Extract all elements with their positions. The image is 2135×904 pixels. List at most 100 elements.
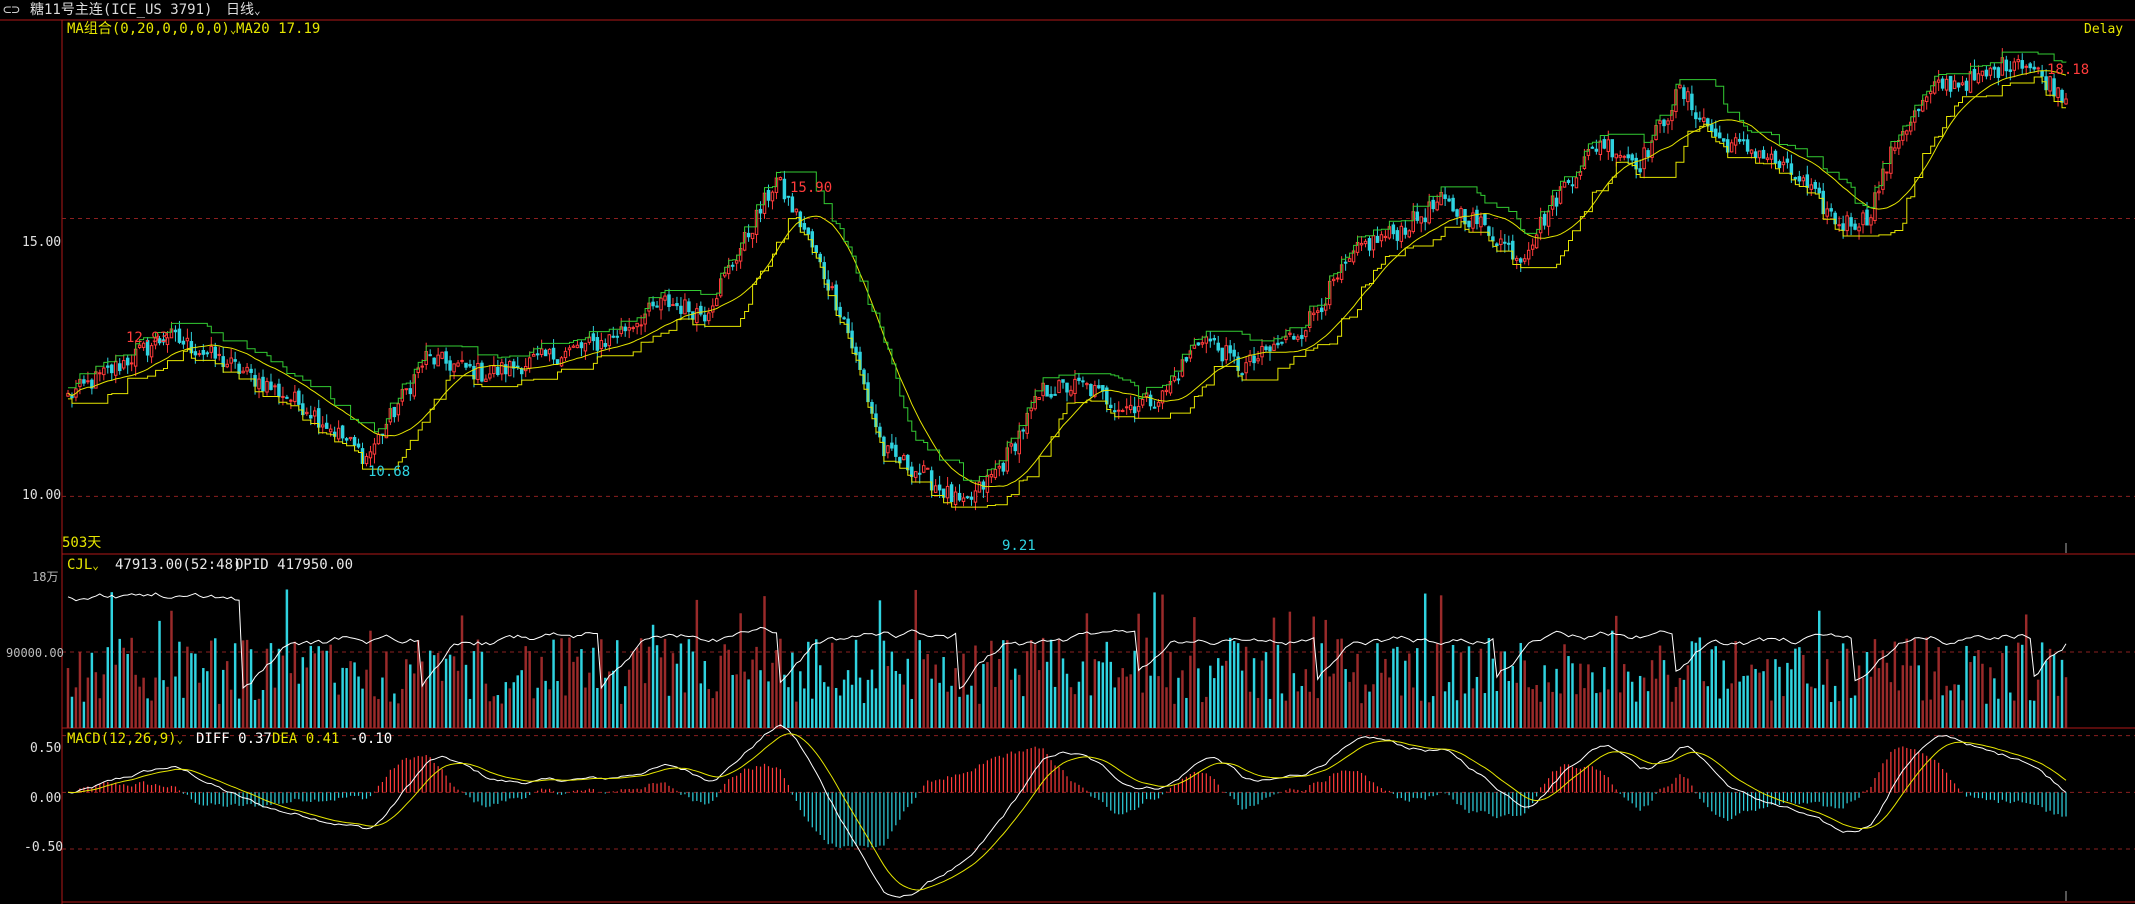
- price-candles: [66, 48, 2068, 511]
- candle-down: [591, 333, 596, 342]
- candle-up: [886, 445, 890, 454]
- volume-bar-down: [544, 680, 547, 728]
- volume-bar-down: [1519, 642, 1522, 728]
- candle-down: [655, 305, 659, 308]
- candle-down: [1021, 429, 1025, 432]
- candle-down: [2040, 70, 2044, 77]
- volume-bar-down: [747, 679, 750, 728]
- volume-bar-up: [751, 659, 754, 728]
- candle-down: [1694, 112, 1698, 120]
- volume-bar-up: [663, 638, 667, 728]
- candle-down: [1917, 108, 1921, 112]
- volume-bar-up: [1260, 660, 1264, 728]
- volume-bar-down: [2060, 659, 2064, 728]
- volume-bar-up: [229, 689, 233, 728]
- candle-up: [2036, 67, 2040, 70]
- candle-down: [1940, 78, 1945, 89]
- volume-bar-down: [1467, 646, 1471, 728]
- ma-title-group[interactable]: MA组合(0,20,0,0,0,0)⌄: [67, 21, 236, 38]
- volume-bar-down: [1973, 656, 1976, 728]
- volume-bar-down: [1220, 665, 1224, 728]
- candle-down: [1343, 261, 1348, 264]
- candle-down: [1455, 209, 1459, 217]
- candle-down: [2028, 63, 2032, 69]
- volume-bar-up: [1678, 677, 1682, 728]
- volume-bar-down: [2020, 644, 2024, 728]
- candle-up: [508, 361, 512, 377]
- volume-bar-down: [858, 677, 862, 728]
- volume-bar-down: [110, 592, 114, 728]
- candle-up: [1905, 130, 1909, 135]
- volume-bar-up: [659, 657, 663, 728]
- candle-down: [1184, 357, 1189, 362]
- dea-readout: DEA 0.41: [272, 731, 340, 747]
- candle-up: [583, 342, 588, 352]
- candle-down: [408, 388, 413, 395]
- candle-up: [1124, 406, 1129, 409]
- volume-bar-down: [838, 695, 842, 728]
- candle-up: [639, 324, 643, 327]
- candle-up: [1526, 249, 1531, 260]
- candle-down: [1518, 258, 1523, 263]
- volume-bar-down: [1567, 656, 1570, 728]
- volume-bar-up: [405, 659, 408, 728]
- candle-down: [1718, 132, 1722, 139]
- candle-up: [1136, 405, 1141, 412]
- volume-bar-down: [2040, 642, 2044, 728]
- volume-bar-down: [679, 643, 683, 728]
- candle-up: [1988, 67, 1993, 76]
- candle-down: [352, 437, 357, 446]
- volume-bar-up: [1515, 682, 1518, 728]
- candle-down: [1431, 199, 1435, 210]
- candle-up: [571, 345, 576, 348]
- volume-bar-up: [1141, 692, 1144, 728]
- volume-bar-up: [1356, 653, 1359, 728]
- candle-up: [293, 391, 297, 403]
- candle-down: [1761, 149, 1766, 159]
- candle-down: [1710, 124, 1714, 133]
- volume-bar-down: [1240, 670, 1244, 728]
- candle-down: [1682, 87, 1686, 100]
- volume-bar-down: [1917, 665, 1920, 728]
- volume-bar-down: [1555, 668, 1558, 728]
- candle-down: [448, 360, 452, 371]
- price-tick-10: 10.00: [22, 488, 62, 503]
- volume-bar-down: [1252, 658, 1256, 728]
- candle-down: [1097, 385, 1101, 389]
- volume-bar-down: [1320, 643, 1323, 728]
- candle-down: [1216, 342, 1220, 351]
- candle-up: [1546, 210, 1551, 227]
- macd-title-group[interactable]: MACD(12,26,9)⌄: [67, 731, 183, 748]
- volume-bar-up: [1619, 692, 1622, 728]
- candle-down: [1475, 209, 1479, 225]
- volume-bar-up: [707, 689, 711, 728]
- cjl-title-group[interactable]: CJL⌄: [67, 557, 99, 574]
- volume-bar-up: [643, 683, 647, 728]
- candle-up: [953, 491, 958, 506]
- volume-bar-down: [1985, 703, 1988, 728]
- candle-down: [1964, 80, 1969, 91]
- candle-up: [129, 362, 134, 365]
- volume-bar-down: [612, 670, 615, 728]
- volume-bar-down: [1706, 686, 1710, 728]
- volume-bar-up: [727, 649, 730, 728]
- volume-bar-down: [325, 650, 328, 728]
- volume-bar-up: [1563, 644, 1566, 728]
- volume-bar-down: [2005, 645, 2008, 728]
- candle-up: [1272, 343, 1276, 351]
- volume-bar-up: [1551, 691, 1554, 728]
- candle-up: [1312, 312, 1316, 316]
- volume-bar-up: [2036, 679, 2040, 728]
- volume-bar-up: [1933, 671, 1936, 728]
- candle-up: [1522, 258, 1527, 262]
- delay-badge: Delay: [2084, 22, 2124, 37]
- volume-bar-up: [1889, 682, 1893, 728]
- candle-down: [1077, 377, 1081, 381]
- candle-down: [679, 305, 683, 314]
- candle-up: [1952, 80, 1957, 90]
- candle-up: [1976, 73, 1981, 84]
- volume-bar-up: [962, 653, 965, 728]
- volume-tick-mid: 90000.00: [6, 646, 64, 660]
- volume-bar-up: [1654, 678, 1658, 728]
- candle-up: [1128, 404, 1133, 411]
